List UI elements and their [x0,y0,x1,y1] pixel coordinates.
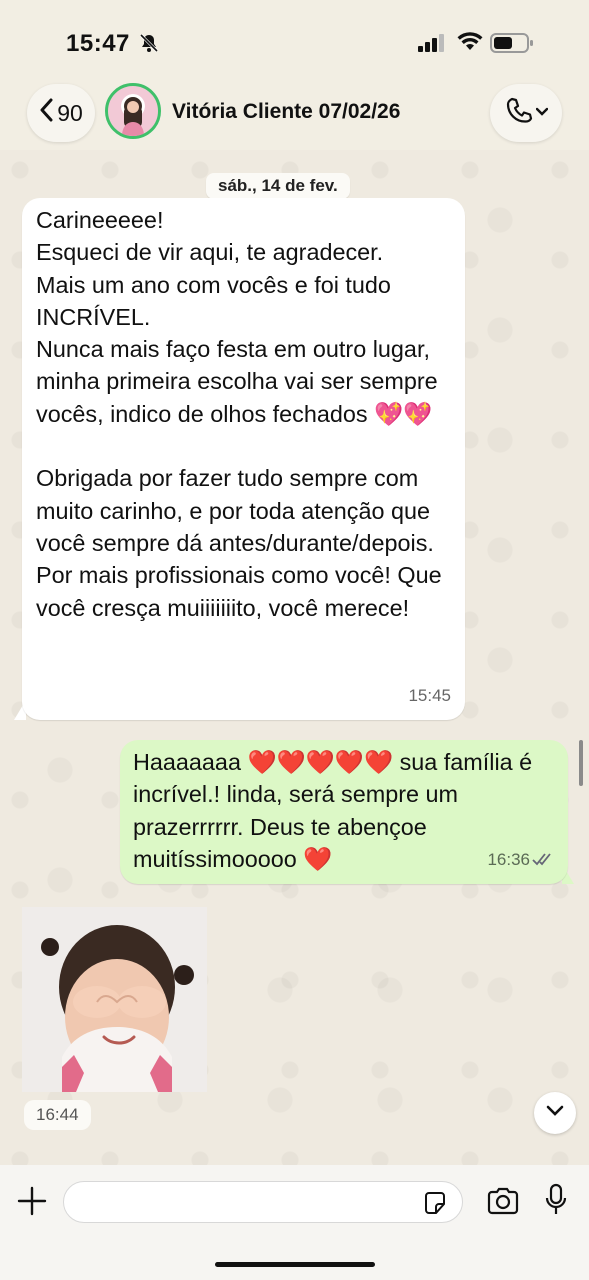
scroll-to-bottom-button[interactable] [534,1092,576,1134]
back-button[interactable]: 90 [27,84,95,142]
camera-icon[interactable] [486,1187,520,1220]
date-separator: sáb., 14 de fev. [206,173,350,199]
sticker-icon[interactable] [422,1190,448,1221]
wifi-icon [457,32,483,57]
home-indicator [215,1262,375,1267]
outgoing-message[interactable]: Haaaaaaa ❤️❤️❤️❤️❤️ sua família é incrív… [120,740,568,884]
message-time: 16:36 [487,849,530,869]
battery-icon [490,33,534,58]
message-input-box[interactable] [63,1181,463,1223]
status-time: 15:47 [66,30,130,57]
incoming-message[interactable]: Carineeeee! Esqueci de vir aqui, te agra… [22,198,465,720]
status-bar: 15:47 [0,0,589,80]
unread-count: 90 [57,99,83,126]
scrollbar[interactable] [579,740,583,786]
muted-bell-icon [138,33,160,58]
chevron-down-icon [535,104,549,122]
microphone-icon[interactable] [544,1183,568,1222]
message-time: 15:45 [408,685,451,705]
signal-icon [418,34,446,57]
plus-icon[interactable] [16,1185,48,1222]
message-time: 16:44 [24,1100,91,1130]
double-check-icon [532,842,554,874]
phone-icon [504,96,534,131]
chevron-left-icon [39,98,53,128]
message-text: Carineeeee! Esqueci de vir aqui, te agra… [36,207,442,621]
chat-header: 90 Vitória Cliente 07/02/26 [0,80,589,150]
call-button[interactable] [490,84,562,142]
message-input[interactable] [78,1188,422,1218]
contact-name[interactable]: Vitória Cliente 07/02/26 [172,100,400,124]
photo-message[interactable] [22,907,207,1092]
chevron-down-icon [546,1104,564,1122]
avatar[interactable] [105,83,161,139]
